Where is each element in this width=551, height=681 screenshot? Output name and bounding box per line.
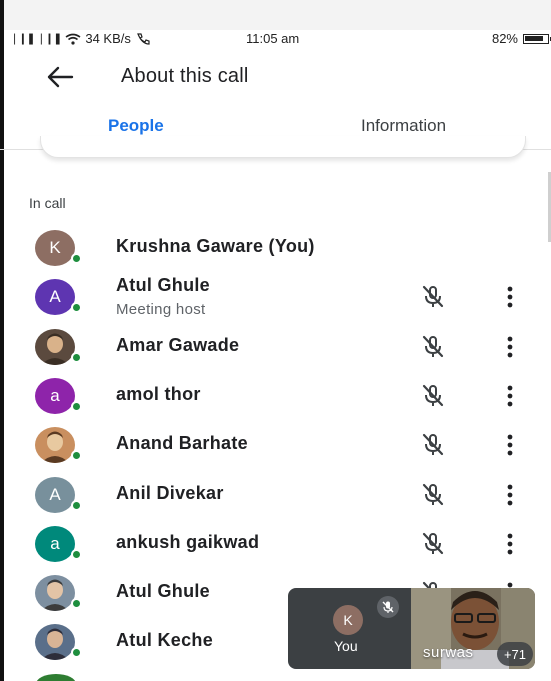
clock: 11:05 am <box>246 31 300 46</box>
online-status-dot <box>71 253 82 264</box>
more-options-icon[interactable] <box>500 432 520 458</box>
avatar-letter: A <box>49 287 61 306</box>
tab-people[interactable]: People <box>108 116 164 136</box>
participant-name: ankush gaikwad <box>116 532 260 552</box>
participant-row[interactable]: Amar Gawade <box>0 323 551 371</box>
mic-off-icon[interactable] <box>420 432 446 458</box>
section-label-in-call: In call <box>29 195 66 211</box>
avatar-letter: K <box>49 238 61 257</box>
signal-icon: ❘❙❚ ❘❙❚ <box>10 33 62 45</box>
participant-name: Krushna Gaware (You) <box>116 236 315 256</box>
participant-name: amol thor <box>116 384 201 404</box>
mic-off-icon[interactable] <box>420 284 446 310</box>
online-status-dot <box>71 500 82 511</box>
status-left: ❘❙❚ ❘❙❚ 34 KB/s <box>10 31 151 46</box>
wifi-icon <box>65 33 81 45</box>
online-status-dot <box>71 352 82 363</box>
participant-name: Anil Divekar <box>116 483 224 503</box>
participant-role: Meeting host <box>116 301 206 318</box>
status-bar: ❘❙❚ ❘❙❚ 34 KB/s 11:05 am 82% <box>8 30 551 48</box>
search-card-remnant <box>40 136 526 158</box>
online-status-dot <box>71 450 82 461</box>
tab-information[interactable]: Information <box>361 116 446 136</box>
avatar: a <box>35 378 75 414</box>
mic-off-icon <box>377 596 399 618</box>
mic-off-icon[interactable] <box>420 334 446 360</box>
participant-name: Atul Keche <box>116 630 214 650</box>
avatar-letter: a <box>50 386 60 405</box>
remote-video-tile[interactable]: surwas +71 <box>411 588 535 669</box>
more-options-icon[interactable] <box>500 334 520 360</box>
participant-row[interactable]: Anand Barhate <box>0 421 551 469</box>
participant-name: Amar Gawade <box>116 335 240 355</box>
online-status-dot <box>71 598 82 609</box>
avatar <box>35 575 75 611</box>
participant-name: Anand Barhate <box>116 433 248 453</box>
avatar: a <box>35 526 75 562</box>
avatar: A <box>35 477 75 513</box>
avatar <box>35 624 75 660</box>
battery-icon <box>523 33 551 44</box>
self-tile-label: You <box>334 638 358 654</box>
avatar: A <box>35 279 75 315</box>
top-strip <box>0 0 551 30</box>
participant-name: Atul Ghule <box>116 275 210 295</box>
participant-name: Atul Ghule <box>116 581 210 601</box>
battery-status: 82% <box>491 31 551 46</box>
more-options-icon[interactable] <box>500 383 520 409</box>
remote-participant-name: surwas <box>423 644 474 661</box>
online-status-dot <box>71 549 82 560</box>
more-options-icon[interactable] <box>500 284 520 310</box>
avatar <box>35 427 75 463</box>
wifi-call-icon <box>137 32 150 45</box>
mic-off-icon[interactable] <box>420 383 446 409</box>
app-header: About this call <box>0 52 551 102</box>
online-status-dot <box>71 647 82 658</box>
online-status-dot <box>71 302 82 313</box>
avatar <box>36 674 76 681</box>
self-video-tile[interactable]: K You <box>288 588 412 669</box>
battery-percent: 82% <box>491 31 518 46</box>
network-speed: 34 KB/s <box>85 31 131 46</box>
more-options-icon[interactable] <box>500 531 520 557</box>
back-button[interactable] <box>44 62 76 92</box>
avatar: K <box>35 230 75 266</box>
participant-row[interactable]: A Anil Divekar <box>0 471 551 519</box>
participant-row[interactable]: a ankush gaikwad <box>0 520 551 568</box>
page-title: About this call <box>121 65 249 87</box>
avatar-letter: A <box>49 485 61 504</box>
mic-off-icon[interactable] <box>420 531 446 557</box>
participant-row[interactable]: A Atul Ghule Meeting host <box>0 273 551 321</box>
online-status-dot <box>71 401 82 412</box>
more-options-icon[interactable] <box>500 482 520 508</box>
avatar: K <box>333 605 363 635</box>
mic-off-icon[interactable] <box>420 482 446 508</box>
avatar-letter: a <box>50 534 60 553</box>
more-participants-badge[interactable]: +71 <box>497 642 533 666</box>
participant-row[interactable]: K Krushna Gaware (You) <box>0 224 551 272</box>
avatar <box>35 329 75 365</box>
participant-row[interactable]: a amol thor <box>0 372 551 420</box>
arrow-back-icon <box>47 66 74 88</box>
